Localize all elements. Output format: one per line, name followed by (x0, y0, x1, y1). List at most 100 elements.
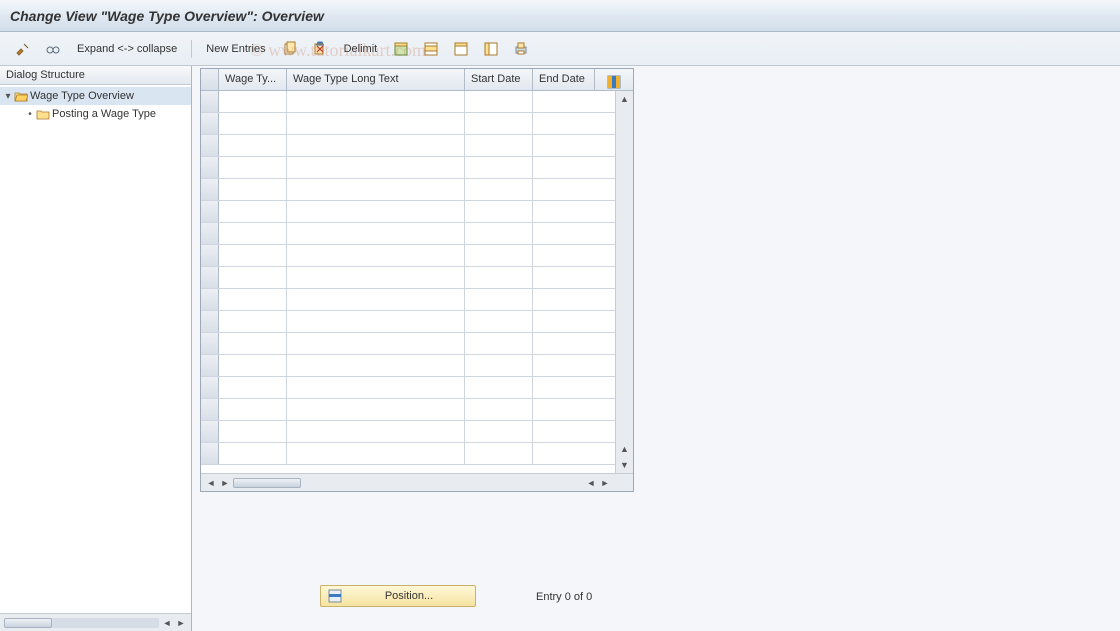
cell-wage-type-long-text[interactable] (287, 289, 465, 310)
cell-end-date[interactable] (533, 157, 615, 178)
cell-end-date[interactable] (533, 179, 615, 200)
other-view-button[interactable] (40, 38, 66, 60)
cell-start-date[interactable] (465, 289, 533, 310)
copy-button[interactable] (277, 38, 303, 60)
table-row[interactable] (201, 201, 615, 223)
position-button[interactable]: Position... (320, 585, 476, 607)
row-selector[interactable] (201, 245, 219, 266)
table-row[interactable] (201, 91, 615, 113)
cell-end-date[interactable] (533, 267, 615, 288)
table-hscroll[interactable]: ◄ ► ◄ ► (201, 473, 633, 491)
cell-end-date[interactable] (533, 333, 615, 354)
cell-end-date[interactable] (533, 443, 615, 464)
table-row[interactable] (201, 377, 615, 399)
cell-end-date[interactable] (533, 135, 615, 156)
new-entries-button[interactable]: New Entries (199, 38, 272, 60)
vscroll-up2-icon[interactable]: ▲ (616, 441, 633, 457)
cell-wage-type-long-text[interactable] (287, 245, 465, 266)
row-selector[interactable] (201, 267, 219, 288)
cell-end-date[interactable] (533, 201, 615, 222)
table-row[interactable] (201, 399, 615, 421)
col-start-date[interactable]: Start Date (465, 69, 533, 90)
table-row[interactable] (201, 333, 615, 355)
left-panel-hscroll[interactable]: ◄ ► (0, 613, 191, 631)
cell-wage-type[interactable] (219, 377, 287, 398)
row-selector[interactable] (201, 399, 219, 420)
vscroll-track[interactable] (616, 107, 633, 441)
col-end-date[interactable]: End Date (533, 69, 595, 90)
cell-end-date[interactable] (533, 113, 615, 134)
cell-start-date[interactable] (465, 399, 533, 420)
row-selector[interactable] (201, 311, 219, 332)
toggle-detail-button[interactable] (10, 38, 36, 60)
deselect-all-button[interactable] (448, 38, 474, 60)
table-row[interactable] (201, 355, 615, 377)
delimit-button[interactable]: Delimit (337, 38, 385, 60)
cell-end-date[interactable] (533, 421, 615, 442)
row-selector[interactable] (201, 443, 219, 464)
table-row[interactable] (201, 179, 615, 201)
table-row[interactable] (201, 311, 615, 333)
vscroll-up-icon[interactable]: ▲ (616, 91, 633, 107)
table-row[interactable] (201, 443, 615, 465)
delete-button[interactable] (307, 38, 333, 60)
table-row[interactable] (201, 223, 615, 245)
cell-start-date[interactable] (465, 91, 533, 112)
cell-wage-type-long-text[interactable] (287, 377, 465, 398)
hscroll-track[interactable] (233, 478, 301, 488)
row-selector[interactable] (201, 135, 219, 156)
tree-item-wage-type-overview[interactable]: ▾ Wage Type Overview (0, 87, 191, 105)
cell-start-date[interactable] (465, 443, 533, 464)
row-selector[interactable] (201, 91, 219, 112)
cell-wage-type-long-text[interactable] (287, 443, 465, 464)
vscroll-down-icon[interactable]: ▼ (616, 457, 633, 473)
row-selector[interactable] (201, 289, 219, 310)
select-all-button[interactable] (388, 38, 414, 60)
cell-wage-type-long-text[interactable] (287, 311, 465, 332)
row-selector[interactable] (201, 201, 219, 222)
table-row[interactable] (201, 421, 615, 443)
cell-wage-type[interactable] (219, 201, 287, 222)
hscroll-track[interactable] (4, 618, 159, 628)
col-wage-type[interactable]: Wage Ty... (219, 69, 287, 90)
row-selector[interactable] (201, 355, 219, 376)
row-selector[interactable] (201, 157, 219, 178)
table-row[interactable] (201, 289, 615, 311)
hscroll-left-icon[interactable]: ◄ (161, 617, 173, 629)
row-selector[interactable] (201, 179, 219, 200)
tree-item-posting-wage-type[interactable]: • Posting a Wage Type (0, 105, 191, 123)
cell-start-date[interactable] (465, 201, 533, 222)
cell-wage-type[interactable] (219, 157, 287, 178)
row-selector[interactable] (201, 223, 219, 244)
cell-start-date[interactable] (465, 267, 533, 288)
cell-wage-type-long-text[interactable] (287, 267, 465, 288)
cell-wage-type-long-text[interactable] (287, 223, 465, 244)
table-row[interactable] (201, 267, 615, 289)
cell-start-date[interactable] (465, 355, 533, 376)
select-block-button[interactable] (418, 38, 444, 60)
cell-end-date[interactable] (533, 289, 615, 310)
hscroll-right2-icon[interactable]: ► (599, 477, 611, 489)
cell-wage-type[interactable] (219, 311, 287, 332)
cell-wage-type-long-text[interactable] (287, 157, 465, 178)
cell-wage-type[interactable] (219, 135, 287, 156)
col-wage-type-long-text[interactable]: Wage Type Long Text (287, 69, 465, 90)
cell-wage-type-long-text[interactable] (287, 179, 465, 200)
cell-wage-type-long-text[interactable] (287, 399, 465, 420)
cell-start-date[interactable] (465, 311, 533, 332)
cell-end-date[interactable] (533, 377, 615, 398)
cell-wage-type-long-text[interactable] (287, 333, 465, 354)
cell-wage-type[interactable] (219, 113, 287, 134)
cell-end-date[interactable] (533, 355, 615, 376)
row-selector[interactable] (201, 377, 219, 398)
cell-wage-type[interactable] (219, 91, 287, 112)
cell-wage-type[interactable] (219, 223, 287, 244)
hscroll-right-icon[interactable]: ► (175, 617, 187, 629)
expand-collapse-button[interactable]: Expand <-> collapse (70, 38, 184, 60)
cell-end-date[interactable] (533, 399, 615, 420)
cell-wage-type[interactable] (219, 289, 287, 310)
table-row[interactable] (201, 135, 615, 157)
cell-wage-type[interactable] (219, 267, 287, 288)
hscroll-thumb[interactable] (233, 478, 301, 488)
cell-start-date[interactable] (465, 377, 533, 398)
